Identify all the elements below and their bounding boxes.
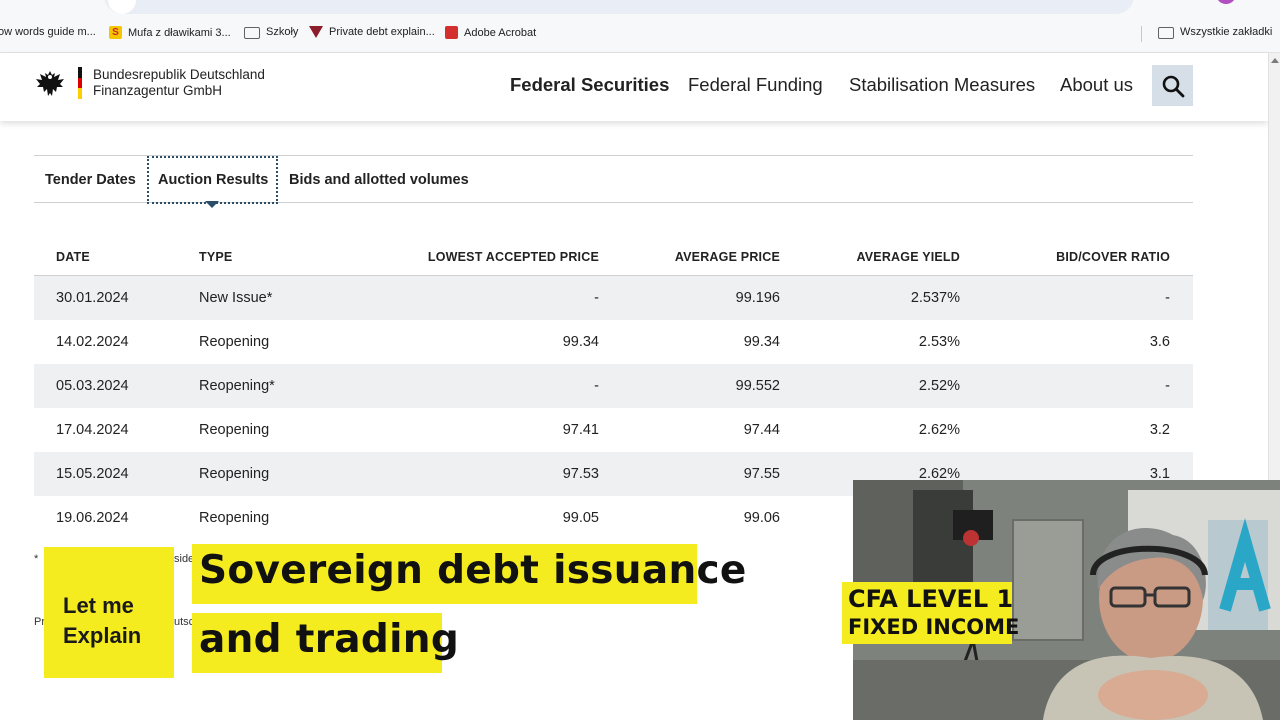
cell-type: Reopening xyxy=(199,466,270,482)
fixed-income-text: FIXED INCOME xyxy=(848,615,1020,639)
bookmark-item[interactable]: ow words guide m... xyxy=(0,26,96,38)
cell-lowest-price: 97.53 xyxy=(562,466,599,482)
table-row: 30.01.2024 New Issue* - 99.196 2.537% - xyxy=(34,276,1193,320)
nav-federal-funding[interactable]: Federal Funding xyxy=(688,74,823,96)
video-title-line-1: Sovereign debt issuance xyxy=(199,548,747,593)
cell-lowest-price: 97.41 xyxy=(562,422,599,438)
nav-federal-securities[interactable]: Federal Securities xyxy=(510,74,669,96)
cell-average-price: 99.06 xyxy=(743,510,780,526)
tab-bids-allotted-volumes[interactable]: Bids and allotted volumes xyxy=(289,172,469,188)
all-bookmarks-folder[interactable]: Wszystkie zakładki xyxy=(1158,26,1273,39)
cell-average-price: 99.552 xyxy=(735,378,780,394)
table-row: 05.03.2024 Reopening* - 99.552 2.52% - xyxy=(34,364,1193,408)
cell-average-yield: 2.53% xyxy=(918,334,960,350)
cell-bid-cover: 3.6 xyxy=(1149,334,1170,350)
cell-date: 17.04.2024 xyxy=(56,422,129,438)
tab-auction-results[interactable]: Auction Results xyxy=(158,172,268,188)
cfa-level-text: CFA LEVEL 1 xyxy=(848,585,1014,613)
cell-average-yield: 2.537% xyxy=(910,290,960,306)
cell-average-yield: 2.62% xyxy=(918,422,960,438)
scroll-up-arrow-icon[interactable] xyxy=(1271,58,1279,63)
cell-date: 05.03.2024 xyxy=(56,378,129,394)
bookmark-item[interactable]: Private debt explain... xyxy=(309,26,435,38)
bookmark-label: Adobe Acrobat xyxy=(464,26,537,39)
let-me-explain-text: Let me Explain xyxy=(63,591,141,651)
bookmark-label: ow words guide m... xyxy=(0,26,96,38)
footnote-marker: * xyxy=(34,553,39,565)
column-header-type: TYPE xyxy=(199,250,233,264)
cell-average-price: 99.34 xyxy=(743,334,780,350)
folder-icon xyxy=(1158,27,1174,39)
cell-date: 15.05.2024 xyxy=(56,466,129,482)
search-button[interactable] xyxy=(1152,65,1193,106)
cell-type: New Issue* xyxy=(199,290,273,306)
triangle-favicon-icon xyxy=(309,26,323,38)
cell-type: Reopening xyxy=(199,510,270,526)
site-logo-text[interactable]: Bundesrepublik Deutschland Finanzagentur… xyxy=(93,67,265,99)
cell-average-yield: 2.52% xyxy=(918,378,960,394)
column-header-bid-cover: BID/COVER RATIO xyxy=(1056,250,1170,264)
cell-average-price: 97.55 xyxy=(743,466,780,482)
bookmark-label: Mufa z dławikami 3... xyxy=(128,26,231,39)
s-favicon-icon: S xyxy=(109,26,122,39)
table-row: 17.04.2024 Reopening 97.41 97.44 2.62% 3… xyxy=(34,408,1193,452)
cell-bid-cover: - xyxy=(1165,378,1170,394)
bookmark-label: Wszystkie zakładki xyxy=(1180,26,1273,38)
address-bar[interactable] xyxy=(104,0,1134,14)
cell-average-price: 97.44 xyxy=(743,422,780,438)
cell-lowest-price: 99.34 xyxy=(562,334,599,350)
bookmark-label: Private debt explain... xyxy=(329,26,435,38)
cell-date: 30.01.2024 xyxy=(56,290,129,306)
cell-bid-cover: 3.2 xyxy=(1149,422,1170,438)
nav-stabilisation-measures[interactable]: Stabilisation Measures xyxy=(849,74,1035,96)
bookmarks-separator xyxy=(1141,26,1142,42)
bookmark-label: Szkoły xyxy=(266,26,299,38)
cell-lowest-price: - xyxy=(594,378,599,394)
video-title-line-2: and trading xyxy=(199,617,460,662)
column-header-date: DATE xyxy=(56,250,90,264)
column-header-lowest-price: LOWEST ACCEPTED PRICE xyxy=(427,250,599,264)
logo-line-2: Finanzagentur GmbH xyxy=(93,83,223,98)
cell-date: 14.02.2024 xyxy=(56,334,129,350)
tab-tender-dates[interactable]: Tender Dates xyxy=(45,172,136,188)
bookmark-folder[interactable]: Szkoły xyxy=(244,26,299,39)
cell-lowest-price: - xyxy=(594,290,599,306)
bookmark-item[interactable]: Adobe Acrobat xyxy=(445,26,536,39)
cell-bid-cover: - xyxy=(1165,290,1170,306)
search-icon xyxy=(1162,75,1184,97)
badge-line-2: Explain xyxy=(63,623,142,648)
badge-line-1: Let me xyxy=(63,593,134,618)
federal-eagle-logo-icon[interactable] xyxy=(34,68,66,100)
cell-lowest-price: 99.05 xyxy=(562,510,599,526)
cell-date: 19.06.2024 xyxy=(56,510,129,526)
column-header-average-price: AVERAGE PRICE xyxy=(674,250,780,264)
cell-type: Reopening xyxy=(199,422,270,438)
german-flag-stripe xyxy=(78,67,82,100)
folder-icon xyxy=(244,27,260,39)
logo-line-1: Bundesrepublik Deutschland xyxy=(93,67,265,82)
cell-type: Reopening xyxy=(199,334,270,350)
column-header-average-yield: AVERAGE YIELD xyxy=(856,250,960,264)
nav-about-us[interactable]: About us xyxy=(1060,74,1133,96)
active-tab-caret-icon xyxy=(205,201,219,208)
pdf-icon xyxy=(445,26,458,39)
cell-type: Reopening* xyxy=(199,378,275,394)
bookmark-item[interactable]: S Mufa z dławikami 3... xyxy=(109,26,231,39)
table-row: 14.02.2024 Reopening 99.34 99.34 2.53% 3… xyxy=(34,320,1193,364)
bookmarks-bar: ow words guide m... S Mufa z dławikami 3… xyxy=(0,16,1280,53)
cell-average-price: 99.196 xyxy=(735,290,780,306)
